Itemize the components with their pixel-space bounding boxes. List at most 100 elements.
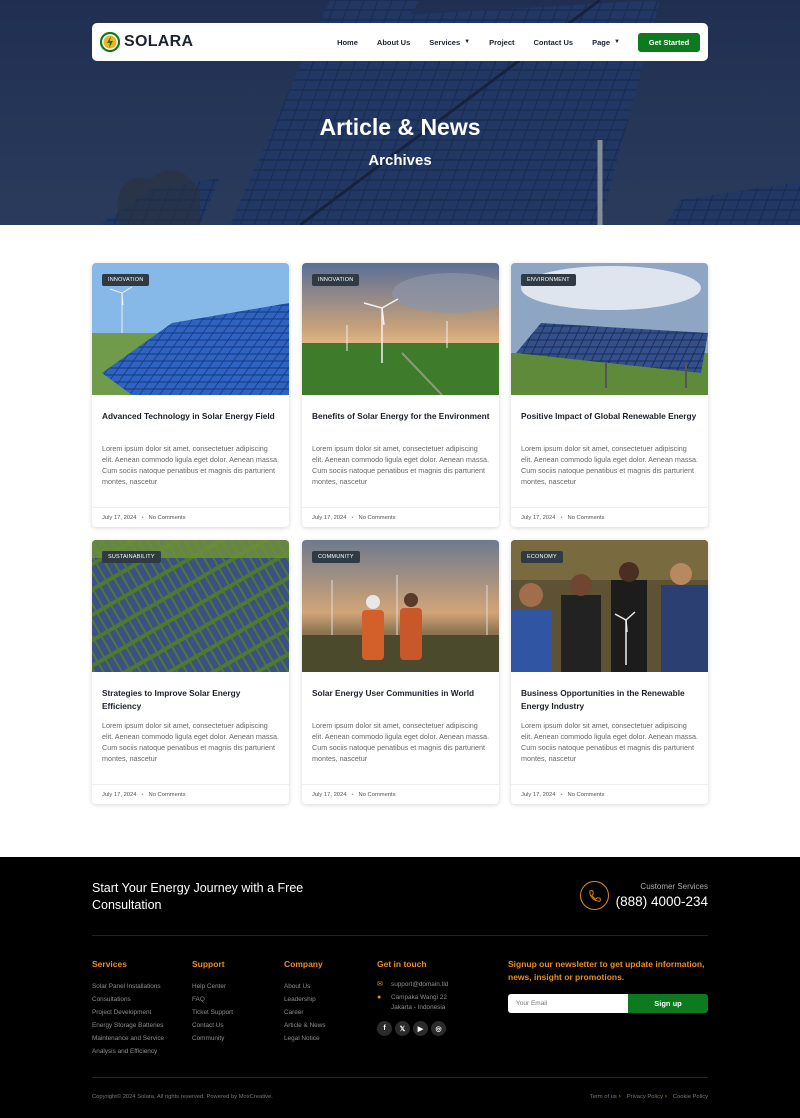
navbar: SOLARA Home About Us Services ▼ Project C… — [92, 23, 708, 61]
post-title[interactable]: Business Opportunities in the Renewable … — [521, 687, 699, 712]
category-badge[interactable]: ECONOMY — [521, 551, 563, 563]
signup-button[interactable]: Sign up — [628, 994, 708, 1013]
footer-company-heading: Company — [284, 959, 323, 969]
post-date: July 17, 2024 — [312, 791, 347, 798]
footer-services-column: Services Solar Panel Installations Consu… — [92, 959, 164, 1058]
footer-link[interactable]: About Us — [284, 980, 326, 993]
post-comments[interactable]: No Comments — [359, 792, 396, 798]
terms-link-label: Term of us — [589, 1094, 617, 1100]
post-comments[interactable]: No Comments — [149, 515, 186, 521]
separator-dot: • — [351, 514, 354, 521]
map-pin-icon: ● — [377, 994, 382, 1001]
footer-link[interactable]: Leadership — [284, 993, 326, 1006]
nav-about-us[interactable]: About Us — [377, 38, 410, 47]
post-card[interactable]: INNOVATION Advanced Technology in Solar … — [92, 263, 289, 527]
post-comments[interactable]: No Comments — [359, 515, 396, 521]
social-links: f 𝕏 ▶ ◎ — [377, 1021, 448, 1036]
footer-link[interactable]: Solar Panel Installations — [92, 980, 164, 993]
nav-contact-us[interactable]: Contact Us — [534, 38, 574, 47]
footer-link[interactable]: Analysis and Efficiency — [92, 1045, 164, 1058]
terms-link[interactable]: Term of us › — [590, 1094, 621, 1100]
contact-address-text: Campaka Wangi 22 Jakarta - Indonesia — [391, 993, 447, 1013]
post-title[interactable]: Advanced Technology in Solar Energy Fiel… — [102, 410, 280, 423]
post-excerpt: Lorem ipsum dolor sit amet, consectetuer… — [312, 444, 490, 486]
divider — [92, 935, 708, 936]
footer-link[interactable]: Article & News — [284, 1019, 326, 1032]
footer-services-heading: Services — [92, 959, 127, 969]
chevron-right-icon: › — [664, 1094, 667, 1100]
contact-address: ● Campaka Wangi 22 Jakarta - Indonesia — [377, 993, 448, 1013]
logo[interactable]: SOLARA — [100, 32, 193, 52]
nav-home[interactable]: Home — [337, 38, 358, 47]
footer-cta-heading: Start Your Energy Journey with a Free Co… — [92, 881, 304, 912]
nav-services[interactable]: Services ▼ — [429, 38, 470, 47]
privacy-link-label: Privacy Policy — [626, 1094, 663, 1100]
footer-link[interactable]: Contact Us — [192, 1019, 233, 1032]
post-excerpt: Lorem ipsum dolor sit amet, consectetuer… — [521, 721, 699, 763]
nav-services-label: Services — [429, 37, 461, 47]
phone-icon — [580, 881, 609, 910]
footer-link[interactable]: Legal Notice — [284, 1032, 326, 1045]
newsletter-email-input[interactable] — [508, 994, 628, 1013]
main-menu: Home About Us Services ▼ Project Contact … — [318, 32, 700, 52]
post-title[interactable]: Solar Energy User Communities in World — [312, 687, 490, 700]
twitter-icon[interactable]: 𝕏 — [395, 1021, 410, 1036]
copyright-text: Copyright© 2024 Solara, All rights reser… — [92, 1094, 273, 1100]
post-title[interactable]: Benefits of Solar Energy for the Environ… — [312, 410, 490, 423]
post-meta: July 17, 2024 • No Comments — [302, 507, 499, 527]
category-badge[interactable]: COMMUNITY — [312, 551, 360, 563]
footer-company-column: Company About Us Leadership Career Artic… — [284, 959, 326, 1045]
footer-link[interactable]: Maintenance and Service — [92, 1032, 164, 1045]
contact-email-text: support@domain.tld — [391, 981, 449, 988]
post-title[interactable]: Strategies to Improve Solar Energy Effic… — [102, 687, 280, 712]
chevron-down-icon: ▼ — [614, 39, 620, 45]
post-meta: July 17, 2024 • No Comments — [92, 784, 289, 804]
nav-project-label: Project — [489, 37, 515, 47]
footer-link[interactable]: FAQ — [192, 993, 233, 1006]
footer: Start Your Energy Journey with a Free Co… — [0, 857, 800, 1118]
customer-services-phone[interactable]: (888) 4000-234 — [616, 894, 708, 909]
post-card[interactable]: SUSTAINABILITY Strategies to Improve Sol… — [92, 540, 289, 804]
footer-link[interactable]: Career — [284, 1006, 326, 1019]
category-badge[interactable]: INNOVATION — [312, 274, 360, 286]
get-started-button[interactable]: Get Started — [638, 32, 700, 52]
youtube-icon[interactable]: ▶ — [413, 1021, 428, 1036]
post-date: July 17, 2024 — [521, 791, 556, 798]
privacy-link[interactable]: Privacy Policy › — [627, 1094, 667, 1100]
post-comments[interactable]: No Comments — [568, 792, 605, 798]
post-date: July 17, 2024 — [521, 514, 556, 521]
nav-project[interactable]: Project — [489, 38, 514, 47]
address-line-2: Jakarta - Indonesia — [391, 1004, 446, 1011]
post-comments[interactable]: No Comments — [149, 792, 186, 798]
category-badge[interactable]: ENVIRONMENT — [521, 274, 576, 286]
post-comments[interactable]: No Comments — [568, 515, 605, 521]
post-meta: July 17, 2024 • No Comments — [511, 507, 708, 527]
category-badge[interactable]: SUSTAINABILITY — [102, 551, 161, 563]
footer-link[interactable]: Energy Storage Batteries — [92, 1019, 164, 1032]
facebook-icon[interactable]: f — [377, 1021, 392, 1036]
contact-email[interactable]: ✉ support@domain.tld — [377, 980, 448, 990]
footer-link[interactable]: Project Development — [92, 1006, 164, 1019]
post-card[interactable]: ENVIRONMENT Positive Impact of Global Re… — [511, 263, 708, 527]
divider — [92, 1077, 708, 1078]
nav-page[interactable]: Page ▼ — [592, 38, 620, 47]
footer-link[interactable]: Ticket Support — [192, 1006, 233, 1019]
legal-links: Term of us › Privacy Policy › Cookie Polic… — [590, 1094, 708, 1100]
post-card[interactable]: INNOVATION Benefits of Solar Energy for … — [302, 263, 499, 527]
post-card[interactable]: COMMUNITY Solar Energy User Communities … — [302, 540, 499, 804]
footer-link[interactable]: Community — [192, 1032, 233, 1045]
post-title[interactable]: Positive Impact of Global Renewable Ener… — [521, 410, 699, 423]
post-card[interactable]: ECONOMY Business Opportunities in the Re… — [511, 540, 708, 804]
footer-link[interactable]: Help Center — [192, 980, 233, 993]
category-badge[interactable]: INNOVATION — [102, 274, 150, 286]
nav-page-label: Page — [592, 37, 611, 47]
separator-dot: • — [351, 791, 354, 798]
footer-link[interactable]: Consultations — [92, 993, 164, 1006]
footer-contact-column: Get in touch ✉ support@domain.tld ● Campak… — [377, 959, 448, 1036]
footer-contact-heading: Get in touch — [377, 959, 427, 969]
post-meta: July 17, 2024 • No Comments — [92, 507, 289, 527]
cookie-link[interactable]: Cookie Policy — [673, 1094, 708, 1100]
page-title: Article & News — [319, 114, 481, 140]
instagram-icon[interactable]: ◎ — [431, 1021, 446, 1036]
footer-support-column: Support Help Center FAQ Ticket Support C… — [192, 959, 233, 1045]
